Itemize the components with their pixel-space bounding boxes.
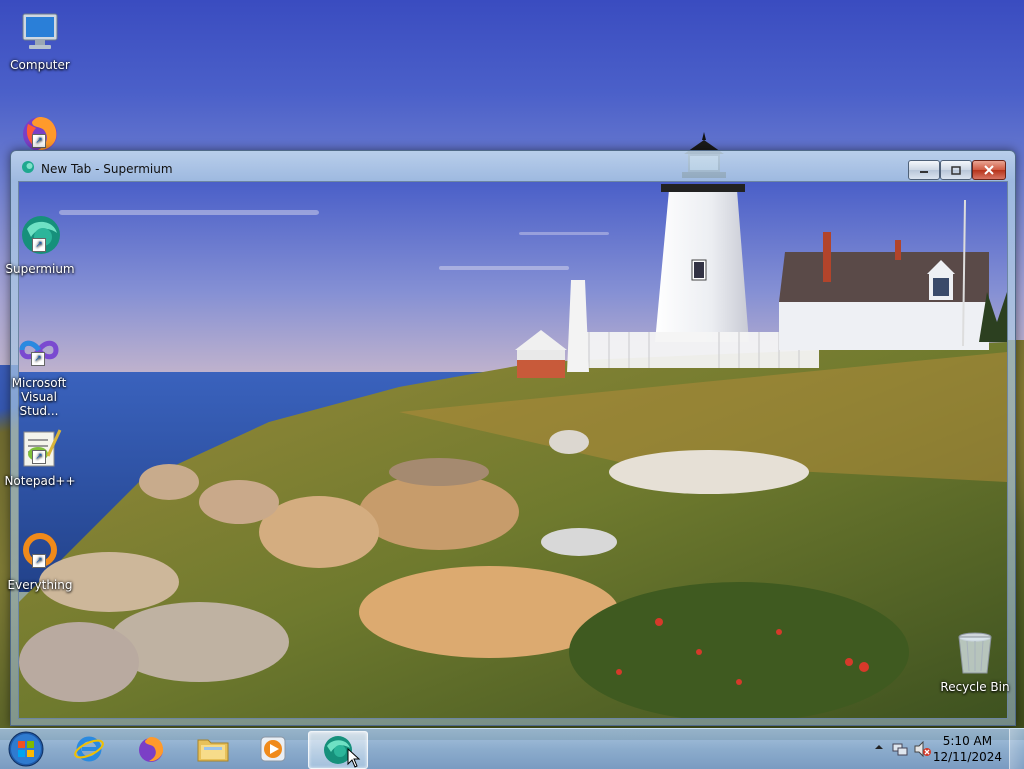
shortcut-arrow-icon: ↗ [32, 554, 46, 568]
show-desktop-button[interactable] [1009, 729, 1024, 769]
close-icon [984, 165, 994, 175]
media-player-icon [260, 736, 286, 762]
notepadpp-icon: ↗ [16, 424, 64, 472]
shortcut-arrow-icon: ↗ [32, 238, 46, 252]
supermium-icon [21, 160, 35, 174]
minimize-button[interactable] [908, 160, 940, 180]
firefox-icon: ↗ [16, 108, 64, 156]
clock[interactable]: 5:10 AM 12/11/2024 [933, 733, 1002, 765]
desktop-icon-everything[interactable]: ↗ Everything [0, 528, 80, 592]
network-status-button[interactable] [892, 741, 908, 760]
everything-search-icon: ↗ [16, 528, 64, 576]
window-titlebar[interactable]: New Tab - Supermium [11, 151, 1015, 181]
desktop-icon-label: Supermium [5, 262, 75, 276]
desktop-icon-computer[interactable]: Computer [0, 8, 80, 72]
internet-explorer-icon [74, 736, 104, 762]
clock-date: 12/11/2024 [932, 750, 1002, 764]
network-icon [892, 743, 908, 756]
desktop-icon-label: Microsoft Visual Stud... [11, 376, 67, 418]
computer-icon [16, 8, 64, 56]
desktop-icon-visual-studio[interactable]: ↗ Microsoft Visual Stud... [0, 326, 78, 418]
maximize-button[interactable] [940, 160, 972, 180]
firefox-icon [139, 737, 164, 762]
shortcut-arrow-icon: ↗ [32, 450, 46, 464]
supermium-icon: ↗ [16, 212, 64, 260]
desktop-icon-label: Notepad++ [4, 474, 76, 488]
volume-muted-icon [914, 740, 931, 758]
taskbar-internet-explorer[interactable] [60, 731, 118, 767]
supermium-window[interactable]: New Tab - Supermium [10, 150, 1016, 726]
window-title: New Tab - Supermium [41, 162, 173, 176]
desktop-icon-label: Recycle Bin [940, 680, 1010, 694]
desktop-icon-label: Computer [10, 58, 70, 72]
taskbar-firefox[interactable] [122, 731, 180, 767]
taskbar-supermium[interactable] [308, 731, 368, 769]
minimize-icon [920, 171, 928, 173]
visual-studio-icon: ↗ [15, 326, 63, 374]
desktop-icon-label: Everything [7, 578, 73, 592]
desktop-icon-notepadpp[interactable]: ↗ Notepad++ [0, 424, 80, 488]
chevron-up-icon [875, 745, 883, 749]
shortcut-arrow-icon: ↗ [32, 134, 46, 148]
browser-content-area[interactable] [18, 181, 1008, 719]
windows-orb-icon [8, 731, 44, 767]
taskbar: 5:10 AM 12/11/2024 [0, 728, 1024, 769]
start-button[interactable] [4, 729, 48, 769]
volume-button[interactable] [914, 740, 932, 760]
taskbar-media-player[interactable] [244, 731, 302, 767]
clock-time: 5:10 AM [942, 734, 993, 748]
desktop-icon-recycle-bin[interactable]: Recycle Bin [935, 630, 1015, 694]
taskbar-windows-explorer[interactable] [184, 731, 242, 767]
shortcut-arrow-icon: ↗ [31, 352, 45, 366]
folder-icon [197, 739, 229, 762]
system-tray: 5:10 AM 12/11/2024 [864, 729, 1024, 769]
window-landscape-view [19, 182, 1007, 718]
recycle-bin-icon [951, 630, 999, 678]
show-hidden-icons-button[interactable] [874, 741, 884, 755]
mouse-cursor-icon [347, 748, 361, 768]
desktop-icon-supermium[interactable]: ↗ Supermium [0, 212, 80, 276]
maximize-icon [951, 165, 961, 175]
close-button[interactable] [972, 160, 1006, 180]
